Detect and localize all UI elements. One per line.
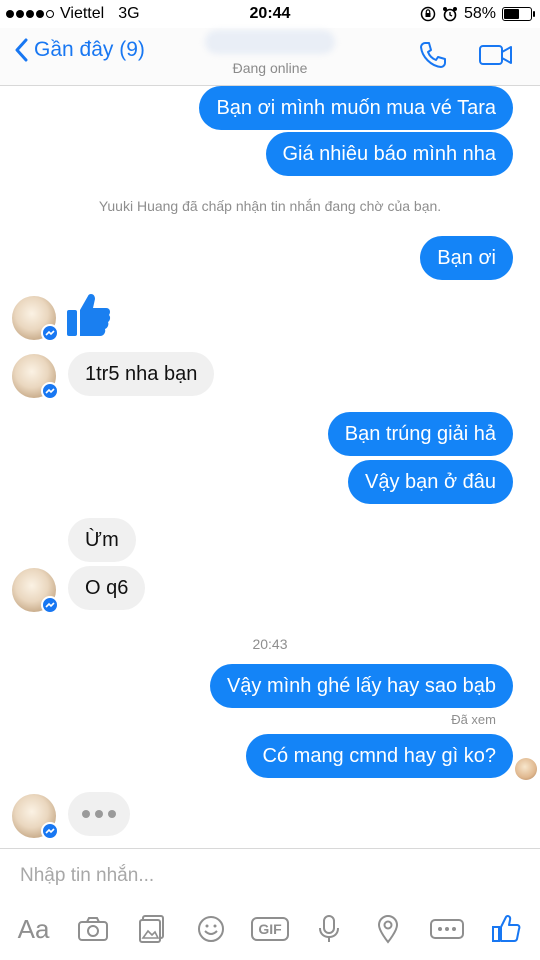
battery-percent: 58% bbox=[463, 5, 496, 22]
phone-icon[interactable] bbox=[418, 40, 448, 70]
seen-receipt: Đã xem bbox=[451, 712, 496, 727]
message-incoming[interactable]: O q6 bbox=[68, 566, 146, 610]
microphone-icon[interactable] bbox=[309, 911, 349, 947]
typing-dot bbox=[108, 810, 116, 818]
message-outgoing[interactable]: Giá nhiêu báo mình nha bbox=[265, 132, 513, 176]
back-button[interactable]: Gần đây (9) bbox=[14, 38, 145, 62]
composer-toolbar: Aa GIF bbox=[0, 909, 540, 949]
messenger-badge-icon bbox=[41, 382, 59, 400]
typing-indicator bbox=[68, 792, 130, 836]
contact-avatar[interactable] bbox=[12, 354, 59, 400]
read-receipt-avatar bbox=[515, 758, 537, 780]
back-label: Gần đây (9) bbox=[34, 38, 145, 61]
message-outgoing[interactable]: Bạn ơi bbox=[420, 236, 513, 280]
gif-icon[interactable]: GIF bbox=[250, 911, 290, 947]
contact-avatar[interactable] bbox=[12, 568, 59, 614]
contact-avatar[interactable] bbox=[12, 794, 59, 840]
gif-label: GIF bbox=[251, 917, 289, 941]
emoji-icon[interactable] bbox=[191, 911, 231, 947]
message-outgoing[interactable]: Vậy bạn ở đâu bbox=[348, 460, 513, 504]
message-outgoing[interactable]: Bạn trúng giải hả bbox=[327, 412, 513, 456]
message-input[interactable]: Nhập tin nhắn... bbox=[20, 865, 154, 887]
contact-avatar[interactable] bbox=[12, 296, 59, 342]
text-tool-label: Aa bbox=[17, 913, 50, 944]
system-notice: Yuuki Huang đã chấp nhận tin nhắn đang c… bbox=[98, 198, 442, 214]
message-outgoing[interactable]: Có mang cmnd hay gì ko? bbox=[245, 734, 513, 778]
message-timestamp: 20:43 bbox=[252, 636, 288, 652]
more-icon[interactable] bbox=[427, 911, 467, 947]
message-outgoing[interactable]: Vậy mình ghé lấy hay sao bạb bbox=[209, 664, 513, 708]
typing-dot bbox=[82, 810, 90, 818]
messenger-badge-icon bbox=[41, 822, 59, 840]
conversation-header: Gần đây (9) Đang online bbox=[0, 28, 540, 86]
system-indicators: 58% bbox=[420, 5, 535, 23]
rotation-lock-icon bbox=[420, 6, 436, 22]
video-icon[interactable] bbox=[478, 42, 514, 68]
contact-info[interactable]: Đang online bbox=[150, 30, 390, 76]
location-icon[interactable] bbox=[368, 911, 408, 947]
messenger-badge-icon bbox=[41, 596, 59, 614]
message-incoming[interactable]: 1tr5 nha bạn bbox=[68, 352, 215, 396]
message-incoming[interactable]: Ừm bbox=[68, 518, 136, 562]
status-bar: Viettel 3G 20:44 58% bbox=[0, 0, 540, 28]
typing-dot bbox=[95, 810, 103, 818]
like-icon[interactable] bbox=[486, 911, 526, 947]
chevron-left-icon bbox=[15, 38, 28, 62]
header-actions bbox=[418, 40, 514, 70]
alarm-icon bbox=[442, 7, 457, 22]
battery-level bbox=[504, 9, 519, 19]
message-thread[interactable]: Bạn ơi mình muốn mua vé Tara Giá nhiêu b… bbox=[0, 86, 540, 848]
like-sticker-icon[interactable] bbox=[64, 290, 114, 340]
battery-icon bbox=[502, 7, 535, 21]
text-icon[interactable]: Aa bbox=[14, 911, 54, 947]
camera-icon[interactable] bbox=[73, 911, 113, 947]
message-outgoing[interactable]: Bạn ơi mình muốn mua vé Tara bbox=[199, 86, 513, 130]
messenger-badge-icon bbox=[41, 324, 59, 342]
gallery-icon[interactable] bbox=[132, 911, 172, 947]
presence-status: Đang online bbox=[232, 60, 308, 76]
contact-name-redacted bbox=[205, 30, 335, 54]
composer: Nhập tin nhắn... Aa GIF bbox=[0, 848, 540, 960]
